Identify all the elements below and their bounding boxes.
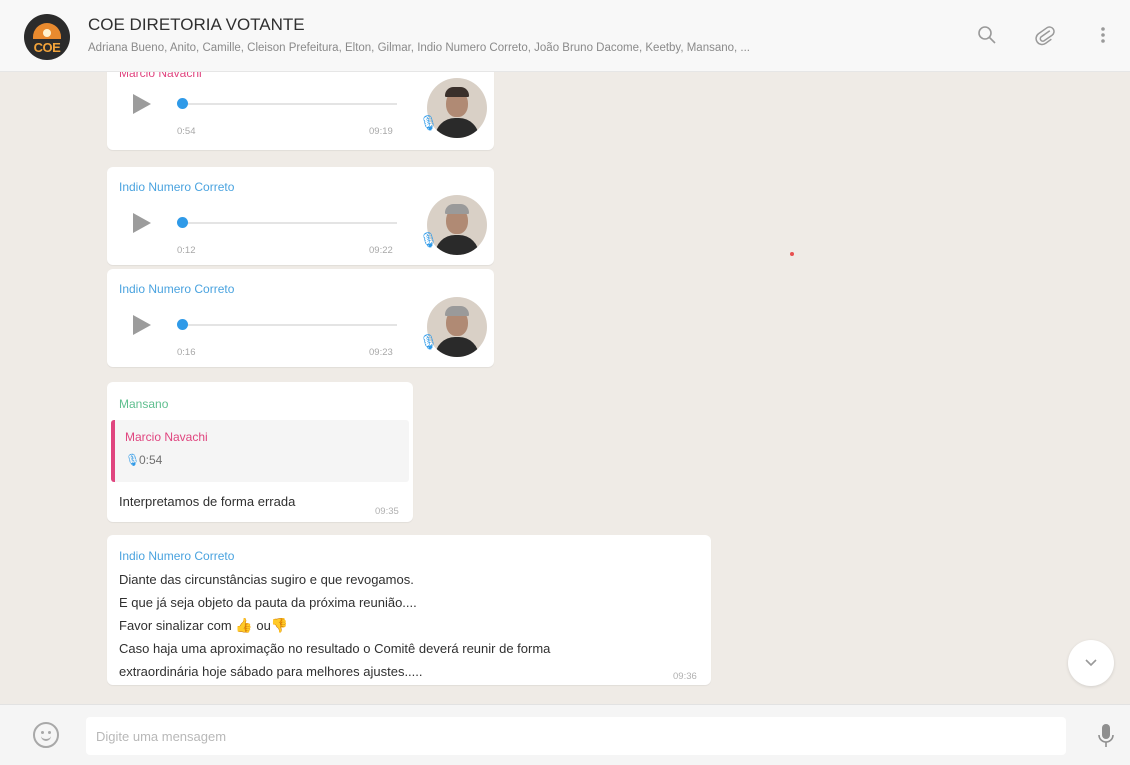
message-line: Caso haja uma aproximação no resultado o…: [119, 641, 551, 656]
text-message: Indio Numero Correto Diante das circunst…: [107, 535, 711, 685]
message-input[interactable]: [96, 717, 1056, 755]
attach-icon[interactable]: [1030, 20, 1060, 50]
chat-area[interactable]: Marcio Navachi 0:54 09:19 🎙 Indio Numero…: [0, 72, 1130, 704]
mic-icon: 🎙: [419, 232, 439, 249]
message-time: 09:23: [369, 347, 393, 358]
voice-duration: 0:12: [177, 245, 196, 256]
photo-hair: [445, 204, 469, 214]
mic-icon[interactable]: [1096, 723, 1116, 749]
voice-message: Marcio Navachi 0:54 09:19 🎙: [107, 72, 494, 150]
voice-progress-knob[interactable]: [177, 319, 188, 330]
message-sender: Mansano: [119, 397, 169, 411]
message-sender: Marcio Navachi: [119, 72, 202, 80]
red-dot: [790, 252, 794, 256]
message-time: 09:22: [369, 245, 393, 256]
logo-ball: [43, 29, 51, 37]
emoji-eye: [48, 731, 51, 734]
voice-duration: 0:16: [177, 347, 196, 358]
message-line: Favor sinalizar com 👍 ou👎: [119, 614, 288, 637]
group-members[interactable]: Adriana Bueno, Anito, Camille, Cleison P…: [88, 42, 948, 54]
photo-body: [435, 235, 479, 255]
voice-progress-knob[interactable]: [177, 98, 188, 109]
photo-hair: [445, 87, 469, 97]
message-line: E que já seja objeto da pauta da próxima…: [119, 595, 417, 610]
photo-body: [435, 118, 479, 138]
emoji-icon[interactable]: [33, 722, 59, 748]
play-icon[interactable]: [133, 315, 151, 335]
reply-message: Mansano Marcio Navachi 🎙 0:54 Interpreta…: [107, 382, 413, 522]
message-time: 09:35: [375, 506, 399, 517]
emoji-smile: [41, 735, 51, 741]
voice-message: Indio Numero Correto 0:16 09:23 🎙: [107, 269, 494, 367]
voice-duration: 0:54: [177, 126, 196, 137]
message-time: 09:36: [673, 671, 697, 682]
message-line: extraordinária hoje sábado para melhores…: [119, 664, 423, 679]
group-title[interactable]: COE DIRETORIA VOTANTE: [88, 15, 305, 35]
message-input-box[interactable]: [86, 717, 1066, 755]
message-sender: Indio Numero Correto: [119, 549, 235, 563]
photo-body: [435, 337, 479, 357]
chevron-down-icon: [1085, 659, 1097, 667]
search-icon[interactable]: [972, 20, 1002, 50]
mic-icon: 🎙: [419, 115, 439, 132]
quoted-mic-icon: 🎙: [125, 453, 141, 467]
message-sender: Indio Numero Correto: [119, 282, 235, 296]
play-icon[interactable]: [133, 213, 151, 233]
quoted-message[interactable]: Marcio Navachi 🎙 0:54: [111, 420, 409, 482]
mic-icon: 🎙: [419, 334, 439, 351]
quoted-sender: Marcio Navachi: [125, 430, 208, 444]
message-time: 09:19: [369, 126, 393, 137]
group-avatar[interactable]: COE: [24, 14, 70, 60]
voice-progress-track[interactable]: [182, 222, 397, 224]
message-text: Interpretamos de forma errada: [119, 494, 296, 509]
menu-icon[interactable]: [1088, 20, 1118, 50]
avatar-logo-text: COE: [33, 40, 61, 55]
emoji-eye: [41, 731, 44, 734]
quoted-duration: 0:54: [139, 453, 163, 467]
thumbs-down-icon: 👎: [270, 617, 289, 633]
play-icon[interactable]: [133, 94, 151, 114]
message-line-text: ou: [252, 618, 271, 633]
voice-progress-knob[interactable]: [177, 217, 188, 228]
voice-progress-track[interactable]: [182, 324, 397, 326]
scroll-down-button[interactable]: [1068, 640, 1114, 686]
voice-progress-track[interactable]: [182, 103, 397, 105]
voice-message: Indio Numero Correto 0:12 09:22 🎙: [107, 167, 494, 265]
message-line-text: Favor sinalizar com: [119, 618, 236, 633]
message-sender: Indio Numero Correto: [119, 180, 235, 194]
chat-header: COE COE DIRETORIA VOTANTE Adriana Bueno,…: [0, 0, 1130, 72]
photo-hair: [445, 306, 469, 316]
thumbs-up-icon: 👍: [235, 617, 253, 633]
message-line: Diante das circunstâncias sugiro e que r…: [119, 572, 414, 587]
composer: [0, 704, 1130, 765]
